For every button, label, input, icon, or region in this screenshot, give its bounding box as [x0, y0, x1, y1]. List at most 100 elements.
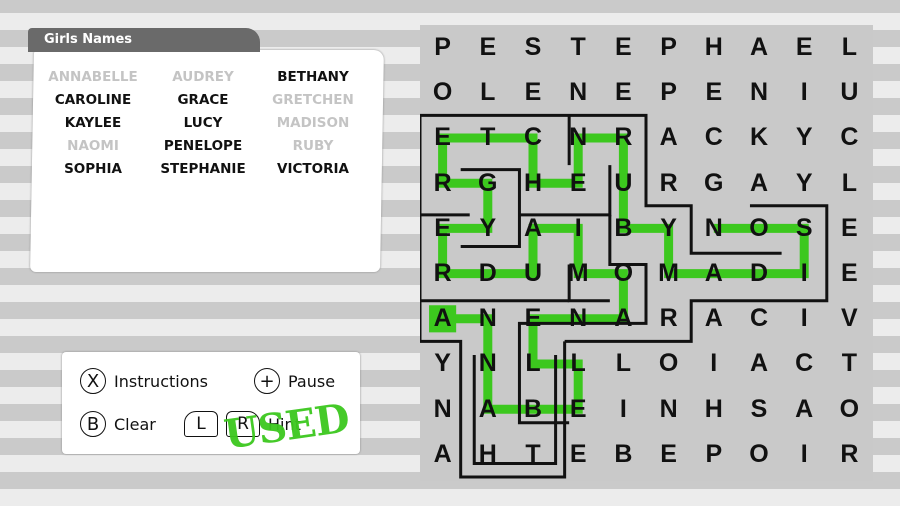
letter-cell[interactable]: O — [420, 70, 465, 115]
letter-cell[interactable]: H — [691, 387, 736, 432]
letter-cell[interactable]: N — [646, 387, 691, 432]
letter-cell[interactable]: O — [601, 251, 646, 296]
letter-cell[interactable]: O — [736, 432, 781, 477]
letter-cell[interactable]: D — [736, 251, 781, 296]
letter-cell[interactable]: L — [827, 25, 872, 70]
letter-cell[interactable]: I — [556, 206, 601, 251]
letter-cell[interactable]: D — [465, 251, 510, 296]
letter-cell[interactable]: T — [827, 341, 872, 386]
letter-cell[interactable]: C — [510, 115, 555, 160]
letter-cell[interactable]: L — [465, 70, 510, 115]
letter-cell[interactable]: L — [556, 341, 601, 386]
letter-cell[interactable]: T — [510, 432, 555, 477]
letter-cell[interactable]: N — [556, 70, 601, 115]
instructions-button[interactable]: X Instructions — [80, 368, 208, 394]
letter-cell[interactable]: N — [556, 115, 601, 160]
letter-cell[interactable]: T — [465, 115, 510, 160]
letter-cell[interactable]: K — [736, 115, 781, 160]
letter-cell[interactable]: E — [601, 70, 646, 115]
letter-cell[interactable]: S — [736, 387, 781, 432]
letter-cell[interactable]: R — [646, 161, 691, 206]
letter-cell[interactable]: I — [782, 70, 827, 115]
letter-cell[interactable]: E — [556, 432, 601, 477]
clear-button[interactable]: B Clear — [80, 411, 156, 437]
letter-cell[interactable]: N — [465, 341, 510, 386]
letter-cell[interactable]: A — [736, 161, 781, 206]
letter-cell[interactable]: R — [420, 251, 465, 296]
letter-cell[interactable]: M — [646, 251, 691, 296]
letter-cell[interactable]: R — [420, 161, 465, 206]
letter-cell[interactable]: E — [827, 206, 872, 251]
letter-cell[interactable]: I — [782, 432, 827, 477]
letter-cell[interactable]: H — [691, 25, 736, 70]
letter-cell[interactable]: Y — [782, 115, 827, 160]
letter-cell[interactable]: O — [646, 341, 691, 386]
letter-cell[interactable]: T — [556, 25, 601, 70]
letter-cell[interactable]: M — [556, 251, 601, 296]
letter-cell[interactable]: G — [465, 161, 510, 206]
letter-cell[interactable]: A — [510, 206, 555, 251]
letter-cell[interactable]: R — [646, 296, 691, 341]
letter-cell[interactable]: G — [691, 161, 736, 206]
letter-cell[interactable]: P — [691, 432, 736, 477]
letter-cell[interactable]: S — [782, 206, 827, 251]
letter-cell[interactable]: L — [601, 341, 646, 386]
letter-cell[interactable]: O — [827, 387, 872, 432]
letter-cell[interactable]: V — [827, 296, 872, 341]
letter-cell[interactable]: A — [691, 296, 736, 341]
letter-cell[interactable]: I — [782, 251, 827, 296]
letter-cell[interactable]: E — [420, 206, 465, 251]
letter-cell[interactable]: L — [510, 341, 555, 386]
letter-cell[interactable]: A — [691, 251, 736, 296]
letter-cell[interactable]: E — [465, 25, 510, 70]
letter-cell[interactable]: N — [556, 296, 601, 341]
word-search-board[interactable]: PESTEPHAELOLENEPENIUETCNRACKYCRGHEURGAYL… — [420, 25, 873, 481]
letter-cell[interactable]: E — [556, 161, 601, 206]
letter-cell[interactable]: A — [420, 432, 465, 477]
letter-cell[interactable]: E — [510, 70, 555, 115]
letter-cell[interactable]: C — [827, 115, 872, 160]
letter-cell[interactable]: P — [646, 25, 691, 70]
letter-cell[interactable]: B — [510, 387, 555, 432]
letter-cell[interactable]: N — [420, 387, 465, 432]
letter-cell[interactable]: E — [827, 251, 872, 296]
letter-cell[interactable]: I — [601, 387, 646, 432]
letter-cell[interactable]: E — [420, 115, 465, 160]
letter-cell[interactable]: C — [691, 115, 736, 160]
letter-cell[interactable]: I — [691, 341, 736, 386]
letter-cell[interactable]: A — [420, 296, 465, 341]
letter-cell[interactable]: N — [465, 296, 510, 341]
letter-cell[interactable]: B — [601, 432, 646, 477]
letter-cell[interactable]: U — [601, 161, 646, 206]
letter-cell[interactable]: P — [420, 25, 465, 70]
letter-cell[interactable]: A — [465, 387, 510, 432]
letter-cell[interactable]: U — [510, 251, 555, 296]
letter-cell[interactable]: S — [510, 25, 555, 70]
letter-cell[interactable]: U — [827, 70, 872, 115]
letter-cell[interactable]: R — [601, 115, 646, 160]
letter-cell[interactable]: E — [691, 70, 736, 115]
letter-cell[interactable]: A — [782, 387, 827, 432]
letter-cell[interactable]: H — [465, 432, 510, 477]
letter-cell[interactable]: N — [736, 70, 781, 115]
letter-cell[interactable]: Y — [782, 161, 827, 206]
letter-cell[interactable]: B — [601, 206, 646, 251]
letter-cell[interactable]: A — [736, 25, 781, 70]
letter-cell[interactable]: C — [782, 341, 827, 386]
letter-cell[interactable]: E — [646, 432, 691, 477]
letter-cell[interactable]: N — [691, 206, 736, 251]
letter-cell[interactable]: C — [736, 296, 781, 341]
letter-cell[interactable]: I — [782, 296, 827, 341]
letter-cell[interactable]: E — [510, 296, 555, 341]
pause-button[interactable]: + Pause — [254, 368, 335, 394]
letter-cell[interactable]: E — [556, 387, 601, 432]
letter-cell[interactable]: Y — [646, 206, 691, 251]
letter-cell[interactable]: H — [510, 161, 555, 206]
letter-cell[interactable]: E — [782, 25, 827, 70]
letter-cell[interactable]: E — [601, 25, 646, 70]
letter-cell[interactable]: A — [736, 341, 781, 386]
letter-cell[interactable]: O — [736, 206, 781, 251]
letter-cell[interactable]: P — [646, 70, 691, 115]
letter-cell[interactable]: Y — [465, 206, 510, 251]
letter-cell[interactable]: L — [827, 161, 872, 206]
